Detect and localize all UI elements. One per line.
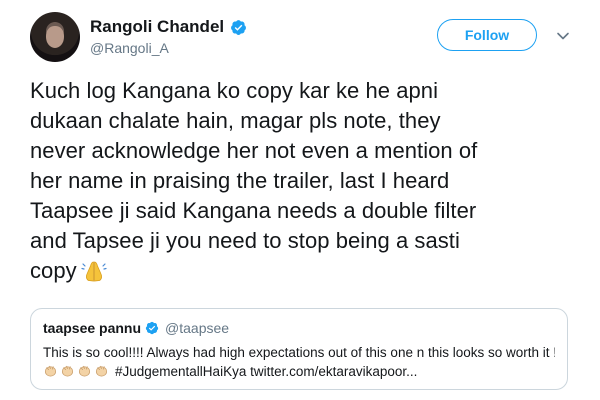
clapping-hands-icon [61,365,74,377]
quoted-tweet-line: This is so cool!!!! Always had high expe… [43,345,555,360]
author-handle[interactable]: @Rangoli_A [90,40,169,56]
clapping-hands-icon [78,365,91,377]
tweet-text-line: Kuch log Kangana ko copy kar ke he apni [30,78,439,103]
quoted-author-handle: @taapsee [165,320,230,336]
tweet-text-line: and Tapsee ji you need to stop being a s… [30,228,460,253]
author-display-name[interactable]: Rangoli Chandel [90,17,224,37]
verified-badge-icon [145,321,159,335]
clapping-hands-icon [44,365,57,377]
verified-badge-icon [231,19,247,35]
quoted-tweet-header: taapsee pannu @taapsee [43,319,555,337]
author-name-row: Rangoli Chandel [90,16,247,38]
tweet-text-line: her name in praising the trailer, last I… [30,168,450,193]
follow-button[interactable]: Follow [437,19,537,51]
clapping-hands-icon [95,365,108,377]
avatar[interactable] [30,12,80,62]
tweet-text-line-last: copy [30,256,582,286]
tweet-text: Kuch log Kangana ko copy kar ke he apni … [30,76,582,286]
folded-hands-icon [81,261,107,282]
tweet-text-last-word: copy [30,258,77,283]
chevron-down-icon[interactable] [556,29,570,43]
quoted-tweet-line: #JudgementallHaiKya twitter.com/ektaravi… [43,362,555,381]
quoted-tweet-body: This is so cool!!!! Always had high expe… [43,343,555,381]
tweet-text-line: never acknowledge her not even a mention… [30,138,478,163]
quoted-tweet-card[interactable]: taapsee pannu @taapsee This is so cool!!… [30,308,568,390]
tweet-text-line: dukaan chalate hain, magar pls note, the… [30,108,441,133]
quoted-author-name: taapsee pannu [43,320,142,336]
clapping-hands-icons [43,362,111,381]
tweet-card: Rangoli Chandel @Rangoli_A Follow Kuch l… [0,0,600,400]
quoted-tweet-hashtag-link[interactable]: #JudgementallHaiKya twitter.com/ektaravi… [115,364,417,379]
tweet-text-line: Taapsee ji said Kangana needs a double f… [30,198,477,223]
